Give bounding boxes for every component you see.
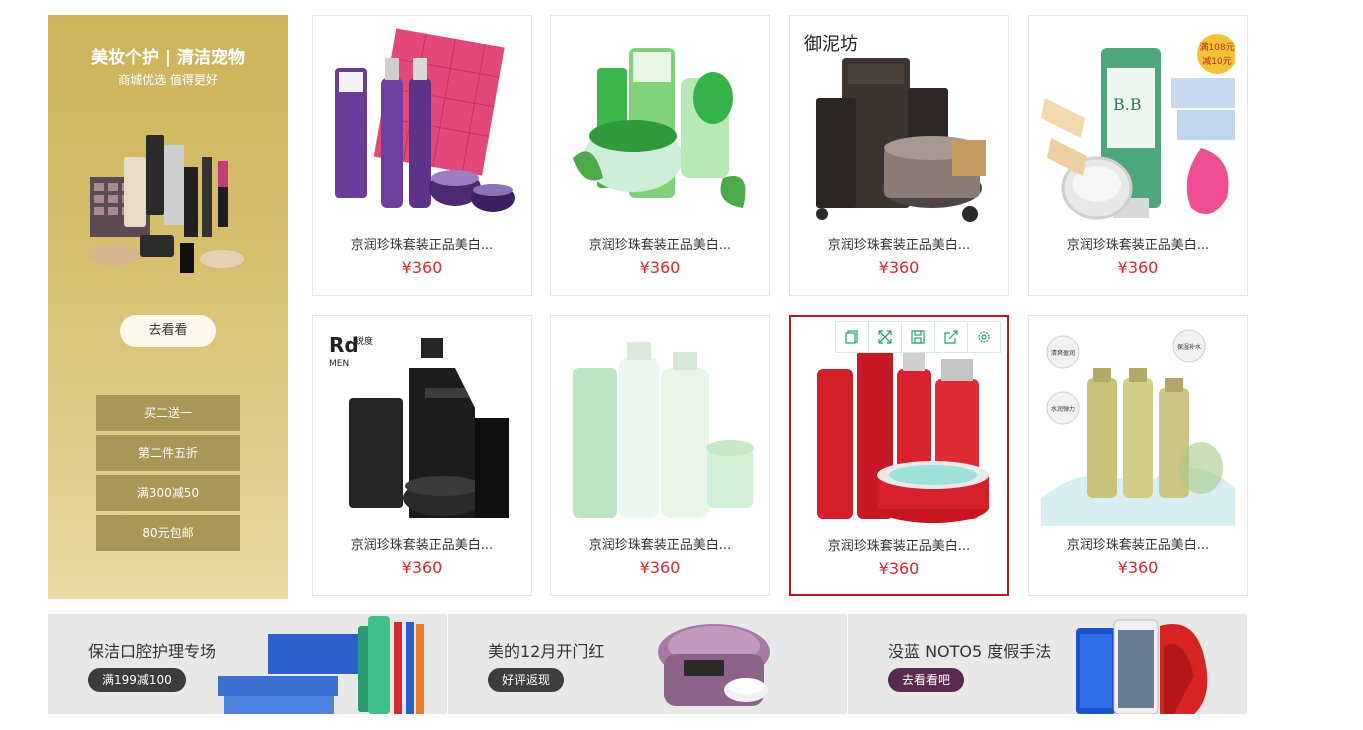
banner-title: 美的12月开门红 [488,642,605,661]
brand-name: 锐度 [355,335,373,347]
product-card[interactable]: Rd MEN 锐度 京润珍珠套装正品美白... ¥360 [312,315,532,596]
product-name: 京润珍珠套装正品美白... [1066,538,1210,553]
product-price: ¥360 [878,258,920,277]
promo-tag[interactable]: 满300减50 [96,475,240,511]
feature-bubble: 水润弹力 [1051,405,1075,413]
settings-icon[interactable] [968,322,1000,352]
feature-bubble: 保湿补水 [1177,343,1201,351]
brand-logo: 御泥坊 [804,34,858,55]
copy-icon[interactable] [836,322,869,352]
product-name: 京润珍珠套装正品美白... [827,238,971,253]
product-price: ¥360 [639,258,681,277]
product-name: 京润珍珠套装正品美白... [588,238,732,253]
product-image [335,28,515,212]
product-card[interactable]: 御泥坊 京润珍珠套装正品美白... ¥360 [789,15,1009,296]
banner-oral-care[interactable]: 保洁口腔护理专场 满199减100 [48,614,447,714]
product-card[interactable]: 京润珍珠套装正品美白... ¥360 [312,15,532,296]
feature-bubble: 清爽盈润 [1051,349,1075,357]
product-image: B.B 满108元 减10元 [1041,34,1235,220]
product-name: 京润珍珠套装正品美白... [350,238,494,253]
banner-title: 没蓝 NOTO5 度假手法 [888,642,1052,661]
promo-tag[interactable]: 买二送一 [96,395,240,431]
discount-badge-top: 满108元 [1199,42,1234,53]
discount-badge-bottom: 减10元 [1202,55,1231,67]
product-name: 京润珍珠套装正品美白... [1066,238,1210,253]
product-image: 清爽盈润 保湿补水 水润弹力 [1041,329,1235,526]
banner-title: 保洁口腔护理专场 [88,642,217,661]
page: 美妆个护 | 清洁宠物 商城优选 值得更好 去看看 买二送一 第二件五折 满30… [0,0,1363,730]
product-price: ¥360 [639,558,681,577]
banner-pill[interactable]: 去看看吧 [888,668,965,692]
promo-title: 美妆个护 | 清洁宠物 [90,48,246,68]
product-name: 京润珍珠套装正品美白... [827,539,971,554]
banner-phones[interactable]: 没蓝 NOTO5 度假手法 去看看吧 [848,614,1247,714]
promo-tag[interactable]: 第二件五折 [96,435,240,471]
product-image [573,48,746,208]
rice-cooker-image [658,624,770,706]
banner-midea[interactable]: 美的12月开门红 好评返现 [448,614,847,714]
product-image: 御泥坊 [804,34,986,222]
promo-tag[interactable]: 80元包邮 [96,515,240,551]
cosmetics-image [88,135,244,273]
product-price: ¥360 [1117,558,1159,577]
expand-icon[interactable] [869,322,902,352]
brand-sub: MEN [329,359,349,369]
banner-pill[interactable]: 满199减100 [88,668,186,692]
promo-panel[interactable]: 美妆个护 | 清洁宠物 商城优选 值得更好 去看看 买二送一 第二件五折 满30… [48,15,288,599]
product-price: ¥360 [878,559,920,578]
promo-cta-button[interactable]: 去看看 [120,315,216,347]
product-card-selected[interactable]: 京润珍珠套装正品美白... ¥360 [789,315,1009,596]
product-price: ¥360 [401,258,443,277]
smartphone-image [1076,619,1208,714]
save-icon[interactable] [902,322,935,352]
product-image [573,342,754,518]
product-card[interactable]: 清爽盈润 保湿补水 水润弹力 京润珍珠套装正品美白... ¥360 [1028,315,1248,596]
share-icon[interactable] [935,322,968,352]
product-card[interactable]: B.B 满108元 减10元 京润珍珠套装正品美白... ¥360 [1028,15,1248,296]
banner-pill[interactable]: 好评返现 [488,668,565,692]
product-name: 京润珍珠套装正品美白... [588,538,732,553]
card-toolbar [835,321,1001,353]
product-price: ¥360 [401,558,443,577]
product-card[interactable]: 京润珍珠套装正品美白... ¥360 [550,15,770,296]
product-image: Rd MEN 锐度 [329,333,509,518]
promo-subtitle: 商城优选 值得更好 [118,73,218,87]
toothpaste-image [218,616,424,714]
product-price: ¥360 [1117,258,1159,277]
product-image [817,329,989,523]
product-name: 京润珍珠套装正品美白... [350,538,494,553]
svg-text:B.B: B.B [1113,95,1142,114]
product-card[interactable]: 京润珍珠套装正品美白... ¥360 [550,315,770,596]
